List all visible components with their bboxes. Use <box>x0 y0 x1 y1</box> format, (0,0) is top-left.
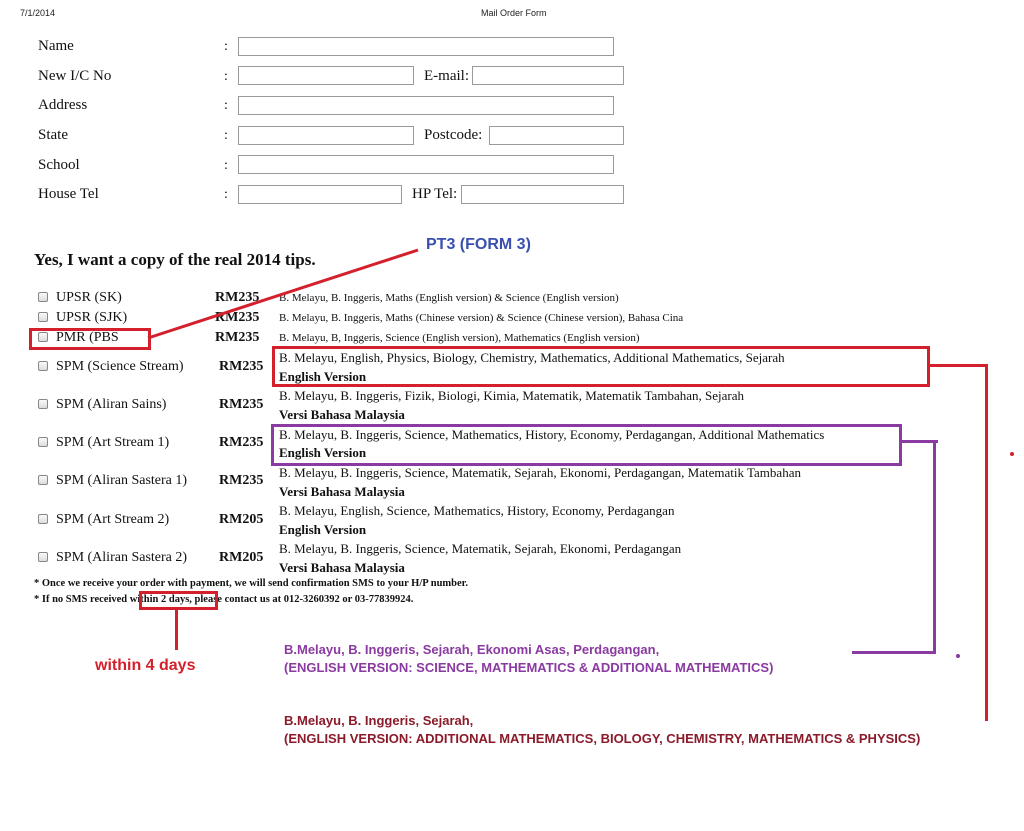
product-price: RM205 <box>219 550 264 565</box>
address-label: Address <box>38 97 88 113</box>
product-checkbox-upsr-sjk[interactable] <box>38 312 48 322</box>
product-subjects: B. Melayu, English, Science, Mathematics… <box>279 503 675 518</box>
email-label: E-mail: <box>424 68 469 84</box>
product-checkbox-spm-art-1[interactable] <box>38 437 48 447</box>
ic-colon: : <box>224 69 228 84</box>
art-connector-v <box>933 440 936 654</box>
annotation-art-line2: (ENGLISH VERSION: SCIENCE, MATHEMATICS &… <box>284 660 774 675</box>
product-name: SPM (Aliran Sastera 2) <box>56 550 188 565</box>
school-input[interactable] <box>238 155 614 174</box>
ic-label: New I/C No <box>38 68 112 84</box>
product-checkbox-spm-sastera-2[interactable] <box>38 552 48 562</box>
note-contact: * If no SMS received within 2 days, plea… <box>34 594 413 605</box>
annotation-pt3: PT3 (FORM 3) <box>426 236 531 253</box>
hp-tel-label: HP Tel: <box>412 186 458 202</box>
state-input[interactable] <box>238 126 414 145</box>
product-checkbox-spm-sains[interactable] <box>38 399 48 409</box>
purple-dot <box>956 654 960 658</box>
product-version: Versi Bahasa Malaysia <box>279 407 405 422</box>
postcode-label: Postcode: <box>424 127 483 143</box>
product-version: English Version <box>279 522 367 537</box>
product-price: RM205 <box>219 512 264 527</box>
product-price: RM235 <box>215 310 260 325</box>
product-price: RM235 <box>215 290 260 305</box>
note-confirmation: * Once we receive your order with paymen… <box>34 578 468 589</box>
postcode-input[interactable] <box>489 126 624 145</box>
product-checkbox-spm-science[interactable] <box>38 361 48 371</box>
product-subjects: B. Melayu, B. Inggeris, Maths (English v… <box>279 292 619 304</box>
pmr-highlight-box <box>29 328 151 350</box>
science-connector-h <box>930 364 988 367</box>
product-subjects: B. Melayu, B. Inggeris, Fizik, Biologi, … <box>279 388 744 403</box>
product-name: SPM (Art Stream 1) <box>56 435 170 450</box>
annotation-overlay <box>147 248 419 340</box>
product-price: RM235 <box>219 473 264 488</box>
email-input[interactable] <box>472 66 624 85</box>
school-label: School <box>38 157 80 173</box>
product-name: SPM (Aliran Sains) <box>56 397 167 412</box>
note-contact-post: please contact us at 012-3260392 or 03-7… <box>191 594 414 605</box>
within-days-pointer <box>175 610 178 650</box>
art-stream-highlight-box <box>271 424 902 466</box>
annotation-within-days: within 4 days <box>95 657 196 674</box>
house-tel-label: House Tel <box>38 186 99 202</box>
product-subjects: B. Melayu, B. Inggeris, Maths (Chinese v… <box>279 312 684 324</box>
house-tel-input[interactable] <box>238 185 402 204</box>
product-price: RM235 <box>219 435 264 450</box>
art-connector-bottom <box>852 651 936 654</box>
science-stream-highlight-box <box>272 346 930 387</box>
product-price: RM235 <box>215 330 260 345</box>
name-input[interactable] <box>238 37 614 56</box>
product-price: RM235 <box>219 397 264 412</box>
name-colon: : <box>224 39 228 54</box>
product-name: SPM (Aliran Sastera 1) <box>56 473 188 488</box>
product-subjects: B. Melayu, B. Inggeris, Science, Matemat… <box>279 541 682 556</box>
ic-input[interactable] <box>238 66 414 85</box>
annotation-science-line2: (ENGLISH VERSION: ADDITIONAL MATHEMATICS… <box>284 731 921 746</box>
red-dot <box>1010 452 1014 456</box>
product-checkbox-upsr-sk[interactable] <box>38 292 48 302</box>
within-days-highlight-box <box>139 591 218 610</box>
annotation-science-line1: B.Melayu, B. Inggeris, Sejarah, <box>284 713 474 728</box>
page-title: Mail Order Form <box>481 8 547 18</box>
annotation-art-line1: B.Melayu, B. Inggeris, Sejarah, Ekonomi … <box>284 642 660 657</box>
order-heading: Yes, I want a copy of the real 2014 tips… <box>34 250 316 269</box>
product-subjects: B. Melayu, B. Inggeris, Science, Matemat… <box>279 465 801 480</box>
address-colon: : <box>224 98 228 113</box>
product-version: Versi Bahasa Malaysia <box>279 560 405 575</box>
hp-tel-input[interactable] <box>461 185 624 204</box>
state-colon: : <box>224 128 228 143</box>
house-tel-colon: : <box>224 187 228 202</box>
product-checkbox-spm-art-2[interactable] <box>38 514 48 524</box>
print-date: 7/1/2014 <box>20 8 56 18</box>
product-name: SPM (Art Stream 2) <box>56 512 170 527</box>
name-label: Name <box>38 38 74 54</box>
product-name: UPSR (SJK) <box>56 310 128 325</box>
product-name: UPSR (SK) <box>56 290 122 305</box>
product-price: RM235 <box>219 359 264 374</box>
product-subjects: B. Melayu, B, Inggeris, Science (English… <box>279 332 640 344</box>
product-version: Versi Bahasa Malaysia <box>279 484 405 499</box>
product-checkbox-spm-sastera-1[interactable] <box>38 475 48 485</box>
science-connector-v <box>985 364 988 721</box>
state-label: State <box>38 127 68 143</box>
school-colon: : <box>224 158 228 173</box>
product-name: SPM (Science Stream) <box>56 359 184 374</box>
note-contact-pre: * If no SMS received <box>34 594 130 605</box>
address-input[interactable] <box>238 96 614 115</box>
